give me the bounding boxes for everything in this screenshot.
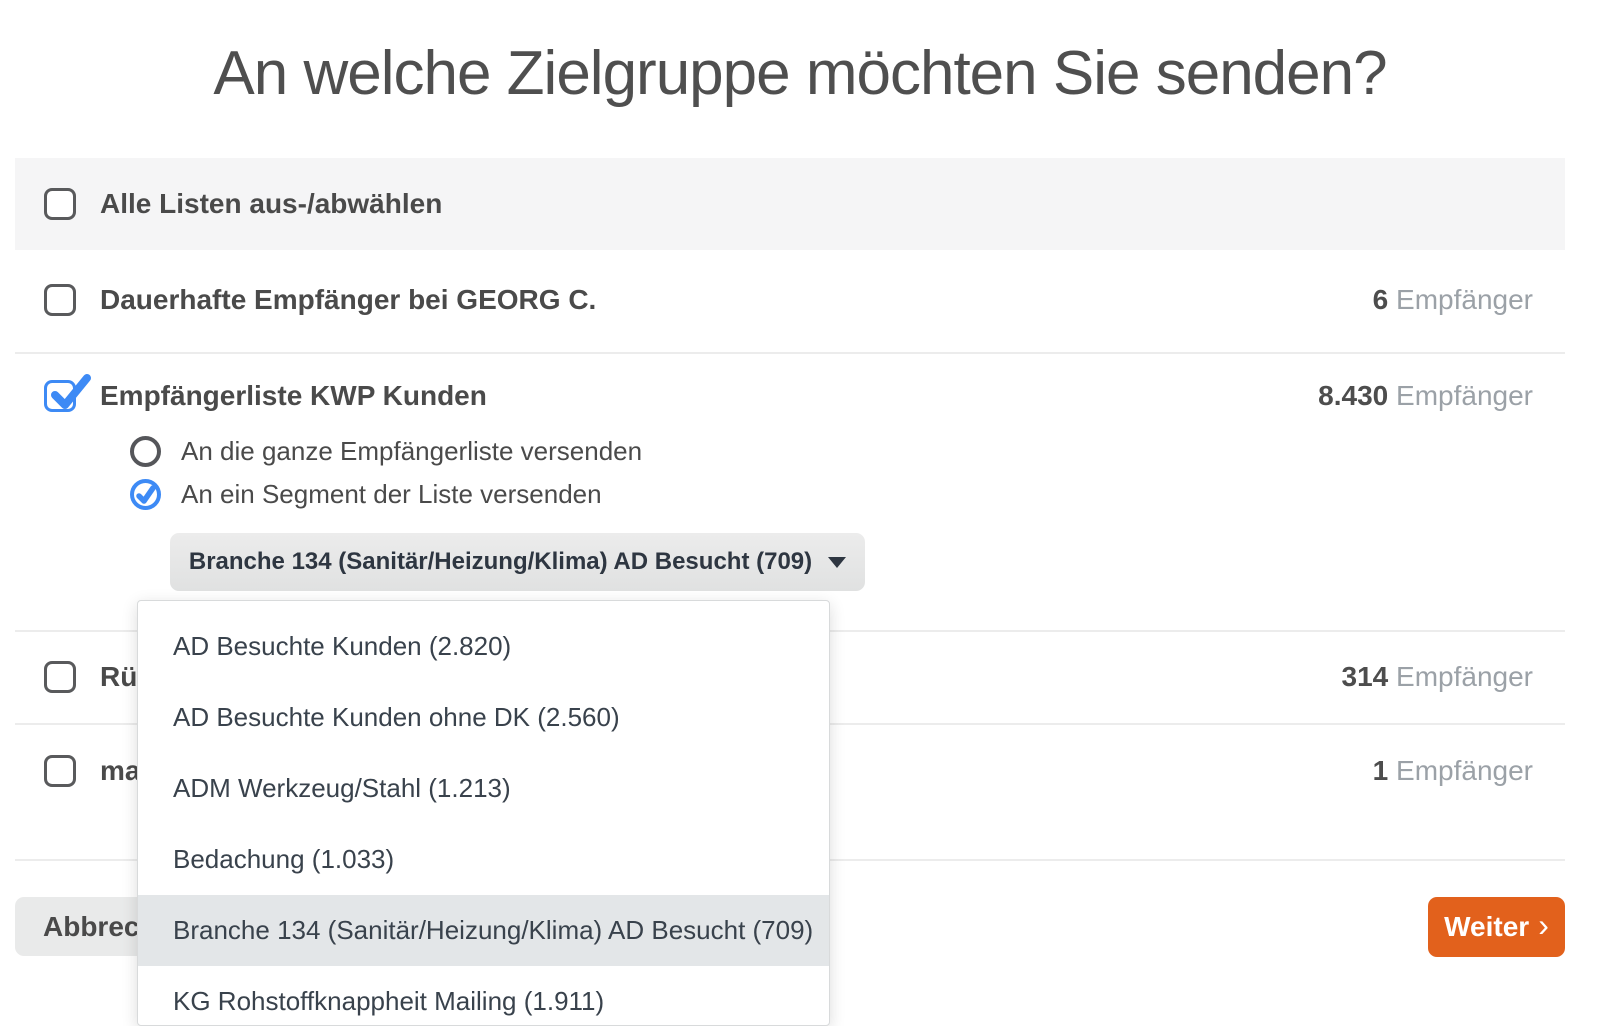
recipient-count-suffix: Empfänger bbox=[1396, 755, 1533, 786]
radio-check-icon bbox=[135, 484, 157, 506]
list-name: Dauerhafte Empfänger bei GEORG C. bbox=[100, 284, 596, 316]
segment-dropdown-menu: AD Besuchte Kunden (2.820) AD Besuchte K… bbox=[137, 600, 830, 1026]
segment-menu-item[interactable]: AD Besuchte Kunden ohne DK (2.560) bbox=[138, 682, 829, 753]
list-name: Empfängerliste KWP Kunden bbox=[100, 380, 487, 412]
audience-selection-page: An welche Zielgruppe möchten Sie senden?… bbox=[0, 0, 1600, 1026]
list-checkbox[interactable] bbox=[44, 284, 76, 316]
chevron-right-icon: › bbox=[1538, 909, 1549, 941]
recipient-count: 8.430 Empfänger bbox=[1318, 380, 1533, 412]
recipient-count-number: 8.430 bbox=[1318, 380, 1388, 411]
radio-segment-label: An ein Segment der Liste versenden bbox=[181, 479, 602, 510]
segment-dropdown-toggle[interactable]: Branche 134 (Sanitär/Heizung/Klima) AD B… bbox=[170, 533, 865, 591]
recipient-count: 6 Empfänger bbox=[1373, 284, 1533, 316]
recipient-count-suffix: Empfänger bbox=[1396, 380, 1533, 411]
radio-option-full-list[interactable]: An die ganze Empfängerliste versenden bbox=[130, 433, 642, 469]
select-all-label: Alle Listen aus-/abwählen bbox=[100, 188, 442, 220]
radio-unselected-icon[interactable] bbox=[130, 436, 161, 467]
segment-menu-item-selected[interactable]: Branche 134 (Sanitär/Heizung/Klima) AD B… bbox=[138, 895, 829, 966]
recipient-count: 314 Empfänger bbox=[1342, 661, 1533, 693]
segment-menu-item[interactable]: AD Besuchte Kunden (2.820) bbox=[138, 611, 829, 682]
segment-menu-item[interactable]: Bedachung (1.033) bbox=[138, 824, 829, 895]
list-name: ma bbox=[100, 755, 140, 787]
next-button[interactable]: Weiter › bbox=[1428, 897, 1565, 957]
segment-menu-item[interactable]: ADM Werkzeug/Stahl (1.213) bbox=[138, 753, 829, 824]
list-row-kwp-kunden: Empfängerliste KWP Kunden 8.430 Empfänge… bbox=[15, 377, 1565, 415]
list-name: Rü bbox=[100, 661, 137, 693]
recipient-count-suffix: Empfänger bbox=[1396, 661, 1533, 692]
recipient-count-suffix: Empfänger bbox=[1396, 284, 1533, 315]
radio-full-list-label: An die ganze Empfängerliste versenden bbox=[181, 436, 642, 467]
row-divider bbox=[15, 352, 1565, 354]
segment-dropdown-selected-label: Branche 134 (Sanitär/Heizung/Klima) AD B… bbox=[189, 548, 812, 576]
list-checkbox[interactable] bbox=[44, 661, 76, 693]
list-checkbox[interactable] bbox=[44, 755, 76, 787]
select-all-checkbox[interactable] bbox=[44, 188, 76, 220]
list-row-dauerhafte-empfaenger: Dauerhafte Empfänger bei GEORG C. 6 Empf… bbox=[15, 248, 1565, 352]
radio-option-segment[interactable]: An ein Segment der Liste versenden bbox=[130, 476, 602, 512]
checkmark-icon bbox=[48, 373, 92, 415]
caret-down-icon bbox=[828, 557, 846, 568]
radio-selected-icon[interactable] bbox=[130, 479, 161, 510]
page-title: An welche Zielgruppe möchten Sie senden? bbox=[0, 38, 1600, 109]
recipient-count-number: 314 bbox=[1342, 661, 1389, 692]
recipient-count: 1 Empfänger bbox=[1373, 755, 1533, 787]
recipient-count-number: 6 bbox=[1373, 284, 1389, 315]
segment-menu-item[interactable]: KG Rohstoffknappheit Mailing (1.911) bbox=[138, 966, 829, 1026]
recipient-count-number: 1 bbox=[1373, 755, 1389, 786]
next-button-label: Weiter bbox=[1444, 911, 1529, 943]
select-all-row: Alle Listen aus-/abwählen bbox=[15, 158, 1565, 250]
list-checkbox-checked[interactable] bbox=[44, 380, 76, 412]
